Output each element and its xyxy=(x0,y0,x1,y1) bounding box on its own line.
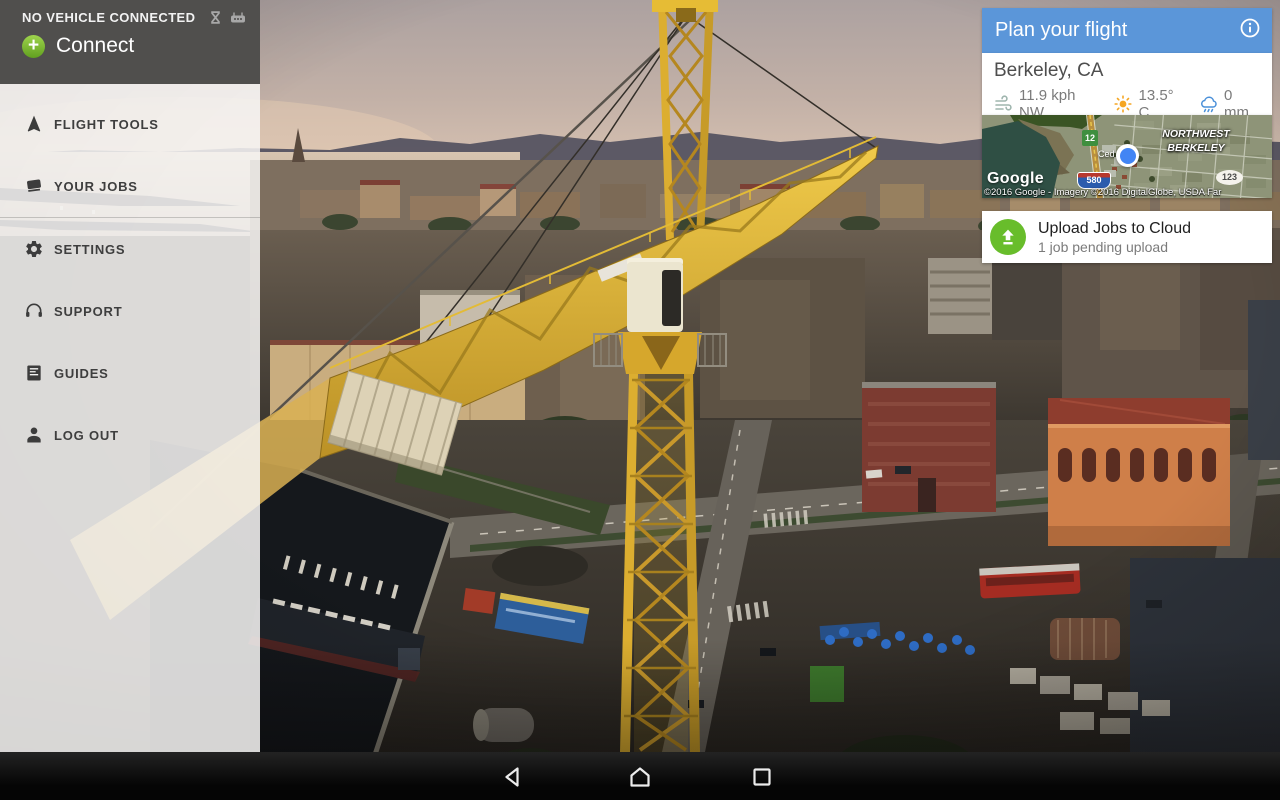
job-cards-icon xyxy=(24,176,44,196)
plan-flight-card: Plan your flight Berkeley, CA 11.9 kph N… xyxy=(982,8,1272,263)
plan-card-title: Plan your flight xyxy=(995,19,1239,42)
connect-label: Connect xyxy=(56,34,134,58)
menu-label: SETTINGS xyxy=(54,242,125,257)
sun-icon xyxy=(1113,94,1138,114)
flight-map[interactable]: 12 580 123 NORTHWEST BERKELEY Ced Google… xyxy=(982,115,1272,198)
route-123-shield: 123 xyxy=(1216,170,1243,185)
person-icon xyxy=(24,425,44,445)
controller-icon xyxy=(230,10,246,25)
menu-label: SUPPORT xyxy=(54,304,122,319)
sidebar-item-your-jobs[interactable]: YOUR JOBS xyxy=(0,155,260,217)
plan-card-header: Plan your flight xyxy=(982,8,1272,53)
recents-icon[interactable] xyxy=(748,763,776,791)
navigation-arrow-icon xyxy=(24,114,44,134)
sidebar-item-settings[interactable]: SETTINGS xyxy=(0,218,260,280)
route-12-shield: 12 xyxy=(1082,130,1098,146)
back-icon[interactable] xyxy=(499,763,527,791)
info-icon[interactable] xyxy=(1239,17,1261,44)
sidebar-item-flight-tools[interactable]: FLIGHT TOOLS xyxy=(0,93,260,155)
upload-jobs-button[interactable]: Upload Jobs to Cloud 1 job pending uploa… xyxy=(982,211,1272,263)
sidebar-menu: FLIGHT TOOLS YOUR JOBS SETTINGS SUPPORT xyxy=(0,84,260,466)
upload-title: Upload Jobs to Cloud xyxy=(1038,220,1191,238)
card-gap xyxy=(982,198,1272,211)
app-screen: NO VEHICLE CONNECTED + Connect xyxy=(0,0,1280,800)
google-logo: Google xyxy=(987,170,1044,188)
weather-panel: Berkeley, CA 11.9 kph NW 13.5° C 0 mm xyxy=(982,53,1272,115)
gear-icon xyxy=(24,239,44,259)
connection-status-text: NO VEHICLE CONNECTED xyxy=(22,10,208,25)
sidebar-item-guides[interactable]: GUIDES xyxy=(0,342,260,404)
plus-icon: + xyxy=(22,35,45,58)
wind-icon xyxy=(994,94,1019,114)
map-area-label: NORTHWEST BERKELEY xyxy=(1144,128,1248,155)
sidebar: NO VEHICLE CONNECTED + Connect xyxy=(0,0,260,752)
upload-subtitle: 1 job pending upload xyxy=(1038,239,1191,255)
menu-label: FLIGHT TOOLS xyxy=(54,117,159,132)
map-copyright: ©2016 Google - Imagery ©2016 DigitalGlob… xyxy=(984,187,1272,198)
headset-icon xyxy=(24,301,44,321)
home-icon[interactable] xyxy=(626,763,654,791)
menu-label: GUIDES xyxy=(54,366,109,381)
android-navbar xyxy=(0,752,1280,800)
menu-label: YOUR JOBS xyxy=(54,179,138,194)
guide-book-icon xyxy=(24,363,44,383)
connection-header: NO VEHICLE CONNECTED + Connect xyxy=(0,0,260,84)
rain-icon xyxy=(1199,94,1224,114)
menu-label: LOG OUT xyxy=(54,428,119,443)
map-street-label: Ced xyxy=(1098,149,1115,159)
upload-icon xyxy=(990,219,1026,255)
connect-button[interactable]: + Connect xyxy=(22,34,246,58)
sidebar-item-log-out[interactable]: LOG OUT xyxy=(0,404,260,466)
drone-icon xyxy=(208,10,223,25)
current-location-dot xyxy=(1116,144,1139,167)
location-label: Berkeley, CA xyxy=(994,60,1260,82)
sidebar-item-support[interactable]: SUPPORT xyxy=(0,280,260,342)
